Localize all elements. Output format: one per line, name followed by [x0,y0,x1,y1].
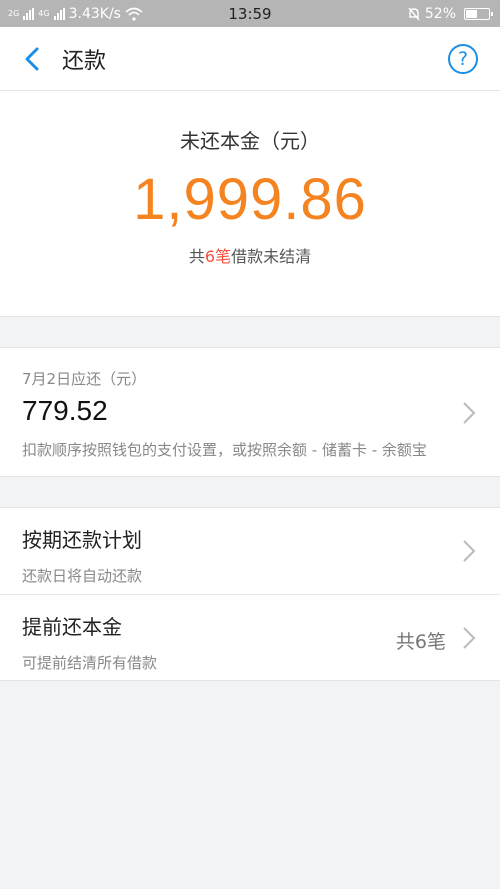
list-item-prepay-principal[interactable]: 提前还本金 可提前结清所有借款 共6笔 [0,594,500,680]
repayment-options: 按期还款计划 还款日将自动还款 提前还本金 可提前结清所有借款 共6笔 [0,507,500,681]
loan-count-prefix: 共 [188,247,205,266]
outstanding-summary: 未还本金（元） 1,999.86 共6笔借款未结清 [0,91,500,317]
page-title: 还款 [62,48,107,74]
chevron-left-icon [25,47,39,70]
network-type-1: 2G [8,9,20,18]
item-count: 共6笔 [395,631,446,653]
mute-bell-icon [408,7,420,20]
chevron-right-icon [463,540,476,562]
chevron-right-icon [463,402,476,424]
loan-count-text: 共6笔借款未结清 [0,243,500,267]
due-date-label: 7月2日应还（元） [22,370,147,388]
loan-count: 6笔 [204,247,232,266]
due-amount: 779.52 [22,395,108,426]
battery-percent: 52% [424,5,456,22]
signal-icon-2 [53,7,65,20]
battery-icon [464,7,493,20]
status-left: 2G 4G 3.43K/s [8,6,143,22]
status-bar: 2G 4G 3.43K/s 52% [0,0,500,27]
list-item-scheduled-plan[interactable]: 按期还款计划 还款日将自动还款 [0,508,500,594]
wifi-icon [125,7,143,21]
chevron-right-icon [463,627,476,649]
outstanding-amount: 1,999.86 [133,167,367,232]
network-type-2: 4G [38,9,50,18]
item-subtitle: 可提前结清所有借款 [22,654,158,672]
back-button[interactable] [18,45,46,73]
signal-icon [23,7,35,20]
status-right: 52% [407,5,493,22]
question-icon: ? [457,48,469,70]
nav-bar: 还款 ? [0,27,500,91]
due-payment-card[interactable]: 7月2日应还（元） 779.52 扣款顺序按照钱包的支付设置，或按照余额 - 储… [0,347,500,477]
item-subtitle: 还款日将自动还款 [22,567,143,585]
loan-count-suffix: 借款未结清 [231,247,312,266]
help-button[interactable]: ? [448,44,478,74]
network-speed: 3.43K/s [68,5,121,22]
deduction-order-note: 扣款顺序按照钱包的支付设置，或按照余额 - 储蓄卡 - 余额宝 [22,441,427,459]
item-title: 按期还款计划 [22,528,142,552]
outstanding-label: 未还本金（元） [180,129,320,153]
